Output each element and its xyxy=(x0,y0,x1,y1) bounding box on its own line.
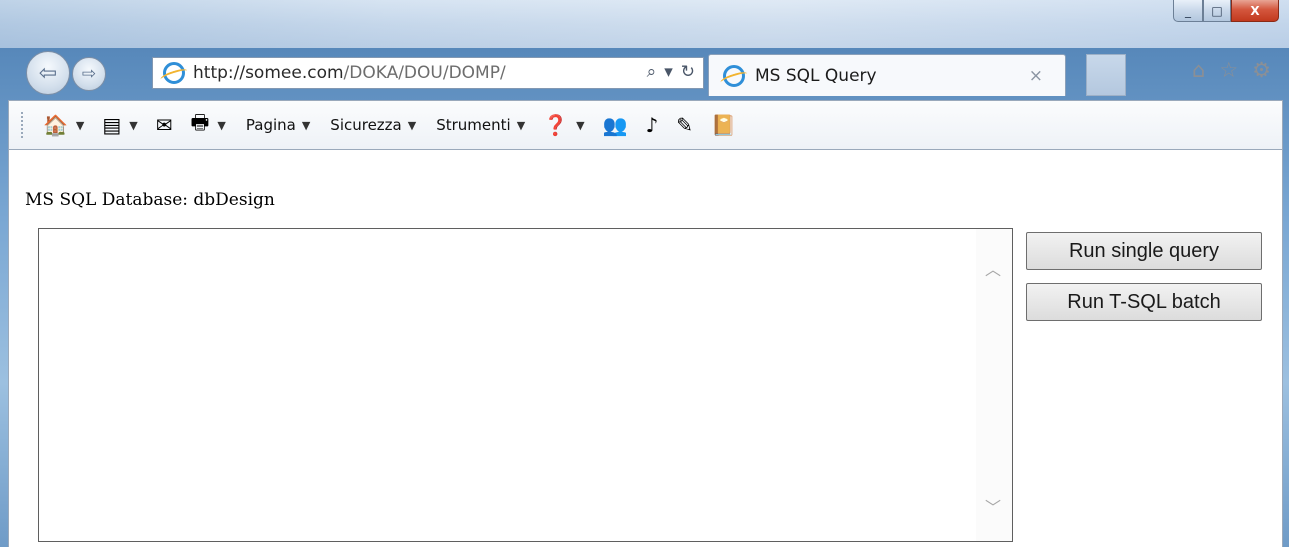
run-tsql-batch-button[interactable]: Run T-SQL batch xyxy=(1026,283,1262,321)
minimize-icon: _ xyxy=(1185,3,1191,18)
print-icon[interactable]: 🖶 xyxy=(191,108,210,142)
back-arrow-icon: ⇦ xyxy=(38,60,58,86)
home-page-icon[interactable]: 🏠 xyxy=(43,113,68,137)
menu-sicurezza[interactable]: Sicurezza xyxy=(330,116,401,134)
close-window-button[interactable]: X xyxy=(1231,0,1279,22)
ie-tab-icon xyxy=(723,64,745,87)
navigation-bar: ⇦ ⇨ http://somee.com/DOKA/DOU/DOMP/ ⌕ ▾ … xyxy=(0,48,1289,100)
database-label: MS SQL Database: dbDesign xyxy=(25,190,275,210)
tab-title: MS SQL Query xyxy=(755,65,877,86)
mail-icon[interactable]: ✉ xyxy=(156,113,173,137)
url-host: http://somee.com xyxy=(193,63,344,83)
new-tab-button[interactable] xyxy=(1086,54,1126,96)
tab-close-icon[interactable]: × xyxy=(1029,66,1043,86)
scroll-down-icon[interactable]: ﹀ xyxy=(984,497,1002,517)
command-bar: 🏠 ▼ ▤ ▼ ✉ 🖶 ▼ Pagina ▼ Sicurezza ▼ Strum… xyxy=(8,100,1283,150)
notebook-icon[interactable]: 📔 xyxy=(711,113,736,137)
ie-page-icon xyxy=(163,62,185,84)
page-content: MS SQL Database: dbDesign ︿ ﹀ Run single… xyxy=(8,150,1283,547)
menu-strumenti[interactable]: Strumenti xyxy=(436,116,510,134)
help-icon[interactable]: ❓ xyxy=(543,113,568,137)
address-tools: ⌕ ▾ ↻ xyxy=(647,62,695,82)
tab-ms-sql-query[interactable]: MS SQL Query × xyxy=(708,54,1066,96)
browser-right-icons: ⌂ ☆ ⚙ xyxy=(1192,58,1271,82)
feeds-icon[interactable]: ▤ xyxy=(102,113,121,137)
query-textarea[interactable]: ︿ ﹀ xyxy=(38,228,1013,542)
window-controls: _ □ X xyxy=(1173,0,1279,22)
search-icon[interactable]: ⌕ xyxy=(647,62,657,82)
strumenti-dropdown-icon[interactable]: ▼ xyxy=(517,119,525,132)
maximize-button[interactable]: □ xyxy=(1203,0,1231,22)
address-bar[interactable]: http://somee.com/DOKA/DOU/DOMP/ ⌕ ▾ ↻ xyxy=(152,57,704,89)
maximize-icon: □ xyxy=(1211,3,1223,18)
music-icon[interactable]: ♪ xyxy=(645,113,658,137)
scroll-up-icon[interactable]: ︿ xyxy=(984,259,1002,279)
home-icon[interactable]: ⌂ xyxy=(1192,58,1205,82)
forward-button[interactable]: ⇨ xyxy=(72,57,106,91)
titlebar-background xyxy=(0,0,1289,48)
url-path: /DOKA/DOU/DOMP/ xyxy=(343,63,506,83)
close-icon: X xyxy=(1250,3,1260,18)
chevron-down-icon[interactable]: ▾ xyxy=(664,62,673,82)
toolbar-grip[interactable] xyxy=(21,112,25,138)
menu-pagina[interactable]: Pagina xyxy=(246,116,296,134)
url-input[interactable]: http://somee.com/DOKA/DOU/DOMP/ xyxy=(193,63,593,83)
sicurezza-dropdown-icon[interactable]: ▼ xyxy=(408,119,416,132)
help-dropdown-icon[interactable]: ▼ xyxy=(576,119,584,132)
back-button[interactable]: ⇦ xyxy=(26,51,70,95)
print-dropdown-icon[interactable]: ▼ xyxy=(217,119,225,132)
people-icon[interactable]: 👥 xyxy=(603,113,628,137)
run-single-query-button[interactable]: Run single query xyxy=(1026,232,1262,270)
window-titlebar: _ □ X xyxy=(0,0,1289,48)
edit-icon[interactable]: ✎ xyxy=(676,113,693,137)
scrollbar[interactable]: ︿ ﹀ xyxy=(976,229,1012,541)
favorites-star-icon[interactable]: ☆ xyxy=(1219,58,1238,82)
pagina-dropdown-icon[interactable]: ▼ xyxy=(302,119,310,132)
refresh-icon[interactable]: ↻ xyxy=(681,62,695,82)
home-dropdown-icon[interactable]: ▼ xyxy=(76,119,84,132)
minimize-button[interactable]: _ xyxy=(1173,0,1203,22)
feeds-dropdown-icon[interactable]: ▼ xyxy=(129,119,137,132)
forward-arrow-icon: ⇨ xyxy=(81,64,97,84)
gear-icon[interactable]: ⚙ xyxy=(1252,58,1271,82)
